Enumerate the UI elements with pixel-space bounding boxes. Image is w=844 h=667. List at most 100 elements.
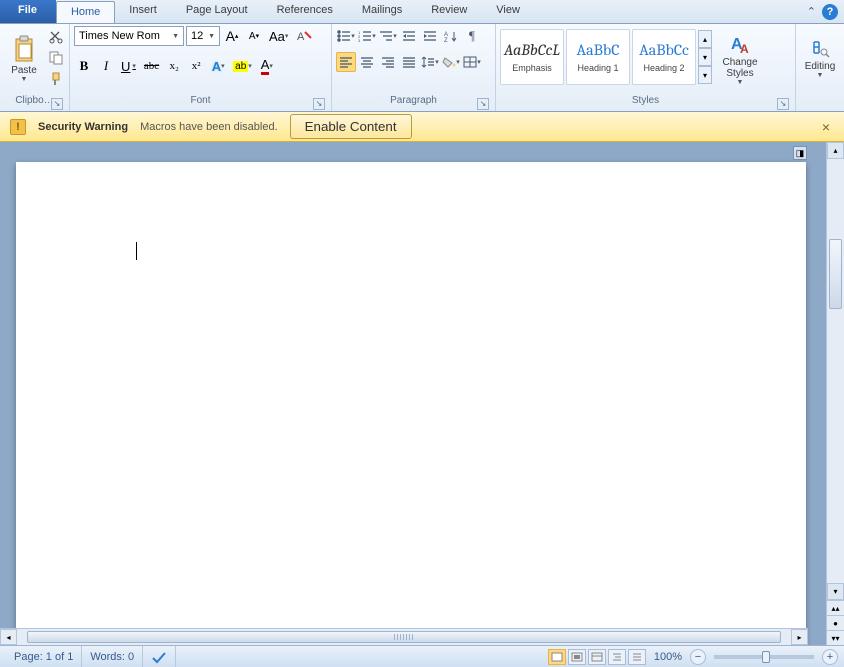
paste-button[interactable]: Paste ▼ xyxy=(4,26,44,92)
line-spacing-button[interactable]: ▾ xyxy=(420,52,440,72)
increase-indent-button[interactable] xyxy=(420,26,440,46)
styles-dialog-launcher[interactable]: ↘ xyxy=(777,98,789,110)
font-name-combo[interactable]: Times New Rom▼ xyxy=(74,26,184,46)
cut-button[interactable] xyxy=(47,28,65,46)
view-full-screen[interactable] xyxy=(568,649,586,665)
tab-page-layout[interactable]: Page Layout xyxy=(172,0,263,23)
superscript-button[interactable]: x² xyxy=(186,56,206,76)
style-emphasis[interactable]: AaBbCcLEmphasis xyxy=(500,29,564,85)
next-page-button[interactable]: ▾▾ xyxy=(827,630,844,645)
align-center-button[interactable] xyxy=(357,52,377,72)
zoom-slider[interactable] xyxy=(714,655,814,659)
tab-file[interactable]: File xyxy=(0,0,56,23)
tab-references[interactable]: References xyxy=(263,0,348,23)
bold-button[interactable]: B xyxy=(74,56,94,76)
font-size-combo[interactable]: 12▼ xyxy=(186,26,220,46)
find-icon xyxy=(810,39,830,59)
paragraph-group-label: Paragraph xyxy=(390,95,437,106)
zoom-slider-knob[interactable] xyxy=(762,651,770,663)
justify-button[interactable] xyxy=(399,52,419,72)
tab-view[interactable]: View xyxy=(482,0,535,23)
eraser-icon: A xyxy=(296,29,312,43)
zoom-in-button[interactable]: + xyxy=(822,649,838,665)
svg-text:3: 3 xyxy=(358,38,361,42)
line-spacing-icon xyxy=(421,56,435,68)
clear-formatting-button[interactable]: A xyxy=(293,26,315,46)
sort-button[interactable]: AZ xyxy=(441,26,461,46)
svg-text:A: A xyxy=(740,42,749,55)
paragraph-dialog-launcher[interactable]: ↘ xyxy=(477,98,489,110)
zoom-level[interactable]: 100% xyxy=(654,651,682,663)
tab-insert[interactable]: Insert xyxy=(115,0,172,23)
status-words[interactable]: Words: 0 xyxy=(82,646,143,667)
underline-button[interactable]: U▾ xyxy=(118,56,139,76)
italic-button[interactable]: I xyxy=(96,56,116,76)
tab-home[interactable]: Home xyxy=(56,1,115,23)
format-painter-button[interactable] xyxy=(47,70,65,88)
styles-scroll-down[interactable]: ▾ xyxy=(698,48,712,66)
grow-font-button[interactable]: A▴ xyxy=(222,26,242,46)
subscript-button[interactable]: x₂ xyxy=(164,56,184,76)
style-heading2[interactable]: AaBbCcHeading 2 xyxy=(632,29,696,85)
vscroll-up[interactable]: ▴ xyxy=(827,142,844,159)
help-icon[interactable]: ? xyxy=(822,4,838,20)
outdent-icon xyxy=(402,30,416,42)
status-proofing[interactable] xyxy=(143,646,176,667)
copy-button[interactable] xyxy=(47,49,65,67)
hscroll-right[interactable]: ▸ xyxy=(791,629,808,645)
show-marks-button[interactable]: ¶ xyxy=(462,26,482,46)
zoom-out-button[interactable]: − xyxy=(690,649,706,665)
browse-object-button[interactable]: ● xyxy=(827,615,844,630)
vscroll-down[interactable]: ▾ xyxy=(827,583,844,600)
highlight-button[interactable]: ab▾ xyxy=(230,56,255,76)
horizontal-scrollbar[interactable]: ◂ ▸ xyxy=(0,628,808,645)
text-effects-button[interactable]: A▾ xyxy=(208,56,228,76)
shrink-font-button[interactable]: A▾ xyxy=(244,26,264,46)
editing-button[interactable]: Editing ▼ xyxy=(800,26,840,92)
strikethrough-button[interactable]: abc xyxy=(141,56,162,76)
numbering-button[interactable]: 123▾ xyxy=(357,26,377,46)
tab-review[interactable]: Review xyxy=(417,0,482,23)
style-heading1[interactable]: AaBbCHeading 1 xyxy=(566,29,630,85)
bullets-button[interactable]: ▾ xyxy=(336,26,356,46)
security-close-button[interactable]: × xyxy=(818,115,834,139)
align-right-icon xyxy=(381,56,395,68)
security-message: Macros have been disabled. xyxy=(140,121,278,133)
change-case-button[interactable]: Aa▾ xyxy=(266,26,291,46)
multilevel-list-button[interactable]: ▾ xyxy=(378,26,398,46)
change-styles-button[interactable]: AA Change Styles ▼ xyxy=(715,26,765,92)
borders-icon xyxy=(463,56,477,68)
clipboard-dialog-launcher[interactable]: ↘ xyxy=(51,98,63,110)
minimize-ribbon-icon[interactable]: ⌃ xyxy=(807,5,816,18)
prev-page-button[interactable]: ▴▴ xyxy=(827,600,844,615)
tab-mailings[interactable]: Mailings xyxy=(348,0,417,23)
proofing-icon xyxy=(151,650,167,664)
expand-panel-button[interactable]: ◨ xyxy=(793,146,807,160)
status-page[interactable]: Page: 1 of 1 xyxy=(6,646,82,667)
brush-icon xyxy=(49,72,63,86)
font-dialog-launcher[interactable]: ↘ xyxy=(313,98,325,110)
enable-content-button[interactable]: Enable Content xyxy=(290,114,412,139)
clipboard-group-label: Clipbo… xyxy=(15,95,53,106)
view-outline[interactable] xyxy=(608,649,626,665)
styles-expand[interactable]: ▾ xyxy=(698,66,712,84)
security-title: Security Warning xyxy=(38,121,128,133)
view-draft[interactable] xyxy=(628,649,646,665)
paste-dropdown-icon: ▼ xyxy=(21,76,28,83)
align-right-button[interactable] xyxy=(378,52,398,72)
hscroll-thumb[interactable] xyxy=(27,631,781,643)
vscroll-thumb[interactable] xyxy=(829,239,842,309)
justify-icon xyxy=(402,56,416,68)
document-page[interactable] xyxy=(16,162,806,645)
font-color-button[interactable]: A▾ xyxy=(257,56,277,76)
vertical-scrollbar[interactable]: ▴ ▾ ▴▴ ● ▾▾ xyxy=(826,142,844,645)
view-web-layout[interactable] xyxy=(588,649,606,665)
borders-button[interactable]: ▾ xyxy=(462,52,482,72)
shading-button[interactable]: ▾ xyxy=(441,52,461,72)
styles-scroll-up[interactable]: ▴ xyxy=(698,30,712,48)
align-left-button[interactable] xyxy=(336,52,356,72)
hscroll-left[interactable]: ◂ xyxy=(0,629,17,645)
status-bar: Page: 1 of 1 Words: 0 100% − + xyxy=(0,645,844,667)
view-print-layout[interactable] xyxy=(548,649,566,665)
decrease-indent-button[interactable] xyxy=(399,26,419,46)
